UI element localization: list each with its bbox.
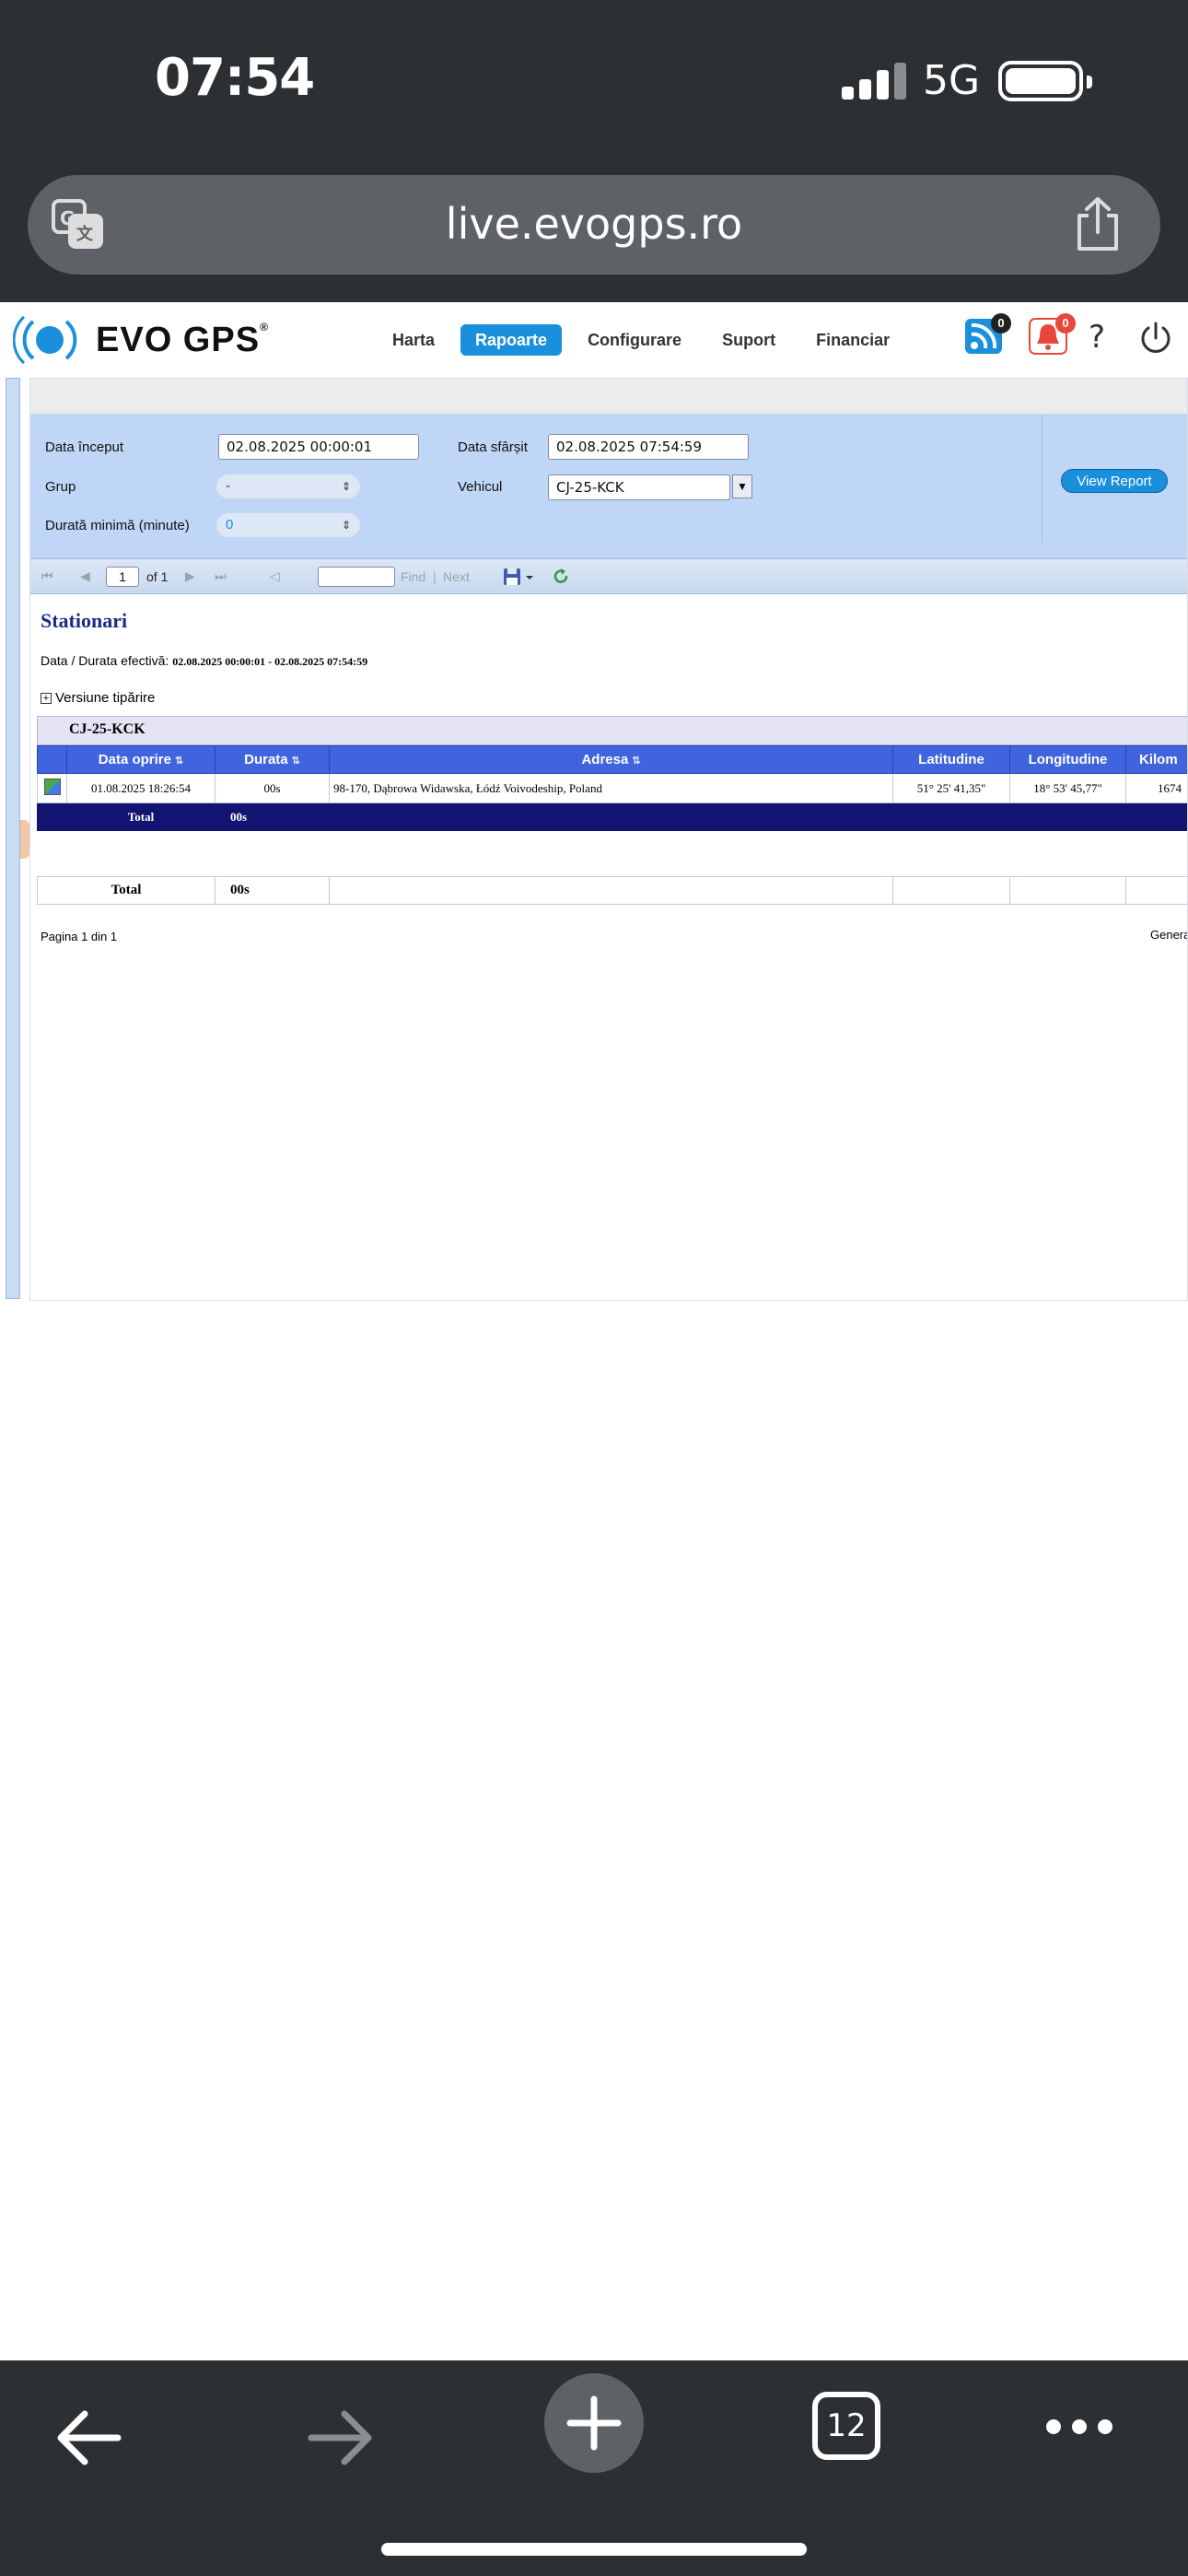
export-icon[interactable] [502, 567, 535, 587]
nav-financiar[interactable]: Financiar [801, 324, 904, 356]
table-row: 01.08.2025 18:26:54 00s 98-170, Dąbrowa … [37, 773, 1187, 803]
start-date-label: Data început [45, 439, 124, 455]
table-header-row: Data oprire ⇅ Durata ⇅ Adresa ⇅ Latitudine … [37, 745, 1187, 774]
col-address[interactable]: Adresa ⇅ [329, 745, 893, 774]
stops-table: Data oprire ⇅ Durata ⇅ Adresa ⇅ Latitudine … [37, 745, 1187, 831]
next-page-icon[interactable]: ▶ [185, 568, 195, 584]
cell-longitude: 18° 53' 45,77" [1009, 773, 1126, 803]
sort-icon: ⇅ [291, 755, 300, 767]
chevron-updown-icon: ⇕ [341, 519, 351, 532]
group-total-value: 00s [215, 802, 330, 831]
power-icon[interactable] [1138, 321, 1173, 356]
pagination-text: Pagina 1 din 1 [41, 930, 118, 943]
report-title: Stationari [41, 609, 128, 632]
find-separator: | [433, 569, 437, 584]
find-link[interactable]: Find [401, 569, 425, 584]
generated-text: Genera [1150, 928, 1187, 942]
plus-icon [566, 2395, 622, 2451]
status-bar: 07:54 5G [0, 0, 1188, 166]
vehicle-dropdown-icon[interactable]: ▼ [732, 474, 752, 498]
group-label: Grup [45, 479, 76, 495]
start-date-input[interactable]: 02.08.2025 00:00:01 [218, 434, 419, 460]
page-count: of 1 [146, 569, 169, 584]
network-label: 5G [923, 57, 981, 104]
report-body: Stationari Data / Durata efectivă: 02.08… [30, 594, 1187, 1300]
nav-configurare[interactable]: Configurare [573, 324, 696, 356]
grand-total-table: Total 00s [37, 876, 1187, 905]
alert-badge: 0 [1055, 313, 1076, 334]
status-time: 07:54 [155, 48, 315, 108]
map-icon[interactable] [43, 778, 61, 795]
back-arrow-icon[interactable] [53, 2401, 123, 2475]
grand-total-label: Total [37, 876, 215, 905]
col-date[interactable]: Data oprire ⇅ [66, 745, 215, 774]
vehicle-label: Vehicul [458, 479, 503, 495]
back-icon[interactable]: ◁ [270, 568, 280, 584]
address-bar[interactable]: G 文 live.evogps.ro [28, 175, 1160, 275]
rail-toggle[interactable] [20, 820, 29, 859]
find-input[interactable] [318, 567, 395, 587]
logo-signal-icon [13, 315, 77, 365]
report-toolbar: ⏮ ◀ 1 of 1 ▶ ⏭ ◁ Find | Next [30, 559, 1187, 594]
next-link[interactable]: Next [443, 569, 470, 584]
print-version-toggle[interactable]: + Versiune tipărire [41, 690, 155, 706]
refresh-icon[interactable] [552, 568, 570, 586]
share-icon[interactable] [1072, 195, 1124, 252]
page-number-input[interactable]: 1 [106, 567, 139, 587]
first-page-icon[interactable]: ⏮ [41, 568, 53, 584]
chevron-updown-icon: ⇕ [341, 480, 351, 493]
group-total-row: Total 00s [37, 802, 1187, 831]
col-duration[interactable]: Durata ⇅ [215, 745, 330, 774]
col-latitude[interactable]: Latitudine [892, 745, 1010, 774]
home-indicator[interactable] [381, 2543, 807, 2556]
col-longitude[interactable]: Longitudine [1009, 745, 1126, 774]
min-duration-label: Durată minimă (minute) [45, 518, 190, 533]
logo-text: EVO GPS® [96, 321, 269, 359]
more-icon[interactable] [1044, 2416, 1114, 2438]
battery-icon [998, 61, 1092, 101]
alerts-button[interactable]: 0 [1028, 313, 1076, 360]
grand-total-row: Total 00s [37, 876, 1187, 905]
min-duration-select[interactable]: 0 ⇕ [216, 513, 360, 537]
col-km[interactable]: Kilom [1125, 745, 1187, 774]
cell-latitude: 51° 25' 41,35" [892, 773, 1010, 803]
view-report-button[interactable]: View Report [1061, 469, 1168, 493]
tabs-button[interactable]: 12 [812, 2392, 880, 2460]
signal-icon [842, 63, 906, 100]
evo-gps-logo[interactable]: EVO GPS® [13, 311, 335, 369]
cell-date: 01.08.2025 18:26:54 [66, 773, 215, 803]
help-icon[interactable]: ? [1089, 319, 1105, 356]
report-viewer: Data început 02.08.2025 00:00:01 Data sf… [29, 378, 1188, 1301]
group-select[interactable]: - ⇕ [216, 474, 360, 498]
url-text[interactable]: live.evogps.ro [28, 199, 1160, 249]
report-range: Data / Durata efectivă: 02.08.2025 00:00… [41, 653, 368, 668]
cell-km: 1674 [1125, 773, 1187, 803]
feed-badge: 0 [991, 313, 1011, 334]
nav-harta[interactable]: Harta [378, 324, 449, 356]
grand-total-value: 00s [215, 876, 330, 905]
feed-button[interactable]: 0 [963, 313, 1011, 360]
left-rail [6, 378, 20, 1299]
prev-page-icon[interactable]: ◀ [80, 568, 90, 584]
app-header: EVO GPS® Harta Rapoarte Configurare Supo… [0, 302, 1188, 378]
group-total-label: Total [66, 802, 215, 831]
cell-address: 98-170, Dąbrowa Widawska, Łódź Voivodesh… [329, 773, 893, 803]
nav-suport[interactable]: Suport [707, 324, 790, 356]
parameters-panel: Data început 02.08.2025 00:00:01 Data sf… [30, 414, 1187, 591]
sort-icon: ⇅ [174, 755, 184, 767]
end-date-input[interactable]: 02.08.2025 07:54:59 [548, 434, 749, 460]
cell-duration: 00s [215, 773, 330, 803]
last-page-icon[interactable]: ⏭ [215, 568, 227, 584]
vehicle-group-header: CJ-25-KCK [37, 716, 1187, 745]
main-nav: Harta Rapoarte Configurare Suport Financ… [378, 324, 915, 357]
header-icons: 0 0 ? [963, 313, 1179, 367]
forward-arrow-icon[interactable] [306, 2401, 376, 2475]
vehicle-input[interactable]: CJ-25-KCK [548, 474, 730, 500]
end-date-label: Data sfârșit [458, 439, 528, 455]
nav-rapoarte[interactable]: Rapoarte [460, 324, 563, 356]
expand-icon: + [41, 693, 52, 705]
sort-icon: ⇅ [632, 755, 641, 767]
new-tab-button[interactable] [544, 2373, 644, 2473]
